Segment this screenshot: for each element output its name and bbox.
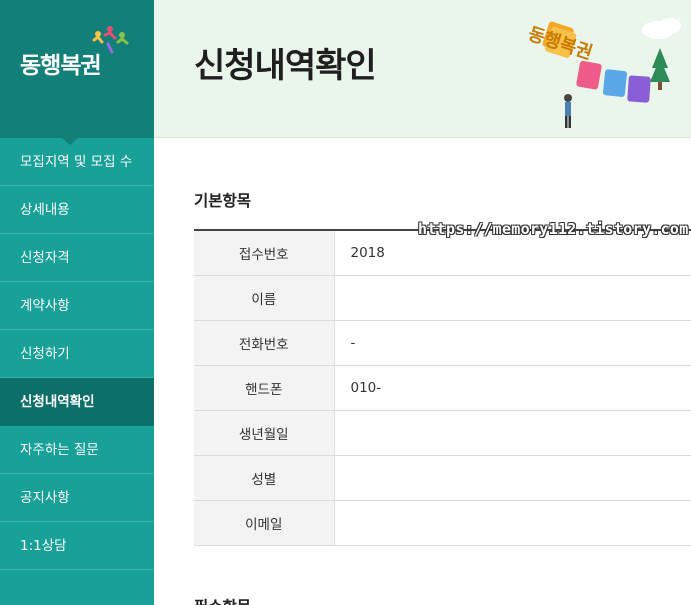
row-label: 이메일 (194, 500, 335, 545)
row-label: 성별 (194, 455, 335, 500)
row-label: 접수번호 (194, 230, 335, 275)
row-value-birthdate (334, 410, 691, 455)
row-value-email (334, 500, 691, 545)
row-value-name (334, 275, 691, 320)
section-title-basic: 기본항목 (194, 192, 252, 210)
table-row: 핸드폰 010- (194, 365, 691, 410)
page-title: 신청내역확인 (194, 46, 377, 86)
sidebar-item-application-history[interactable]: 신청내역확인 (0, 378, 154, 426)
table-row: 이메일 (194, 500, 691, 545)
table-row: 이름 (194, 275, 691, 320)
row-label: 생년월일 (194, 410, 335, 455)
logo-notch (62, 138, 78, 145)
row-label: 핸드폰 (194, 365, 335, 410)
row-value-mobile: 010- (350, 379, 382, 396)
watermark: https://memory112.tistory.com (418, 220, 689, 238)
row-value-phone: - (350, 334, 356, 351)
sidebar-item-qualification[interactable]: 신청자격 (0, 234, 154, 282)
logo[interactable]: 동행복권 (0, 0, 154, 138)
page: 동행복권 모집지역 및 모집 수 상세내용 신청자격 계약사항 신청하기 신청내… (0, 0, 691, 605)
row-value-gender (334, 455, 691, 500)
table-row: 전화번호 - (194, 320, 691, 365)
header-illustration-icon: 동행복권 (526, 18, 681, 128)
sidebar-item-notice[interactable]: 공지사항 (0, 474, 154, 522)
sidebar-item-apply[interactable]: 신청하기 (0, 330, 154, 378)
sidebar-menu: 모집지역 및 모집 수 상세내용 신청자격 계약사항 신청하기 신청내역확인 자… (0, 138, 154, 570)
sidebar-item-recruit-area[interactable]: 모집지역 및 모집 수 (0, 138, 154, 186)
main-content: 기본항목 접수번호 2018 이름 전화번호 - 핸드폰 010- 생년월일 성… (154, 139, 691, 605)
section-title-required: 필수항목 (194, 595, 251, 605)
table-row: 성별 (194, 455, 691, 500)
logo-text: 동행복권 (20, 53, 102, 79)
logo-figures-icon (92, 26, 129, 54)
basic-info-table: 접수번호 2018 이름 전화번호 - 핸드폰 010- 생년월일 성별 이메일 (194, 229, 691, 546)
row-label: 이름 (194, 275, 335, 320)
row-label: 전화번호 (194, 320, 335, 365)
sidebar: 동행복권 모집지역 및 모집 수 상세내용 신청자격 계약사항 신청하기 신청내… (0, 0, 154, 605)
sidebar-item-details[interactable]: 상세내용 (0, 186, 154, 234)
sidebar-item-faq[interactable]: 자주하는 질문 (0, 426, 154, 474)
page-header: 신청내역확인 동행복권 (154, 0, 691, 138)
sidebar-item-contract[interactable]: 계약사항 (0, 282, 154, 330)
table-row: 생년월일 (194, 410, 691, 455)
sidebar-item-consult[interactable]: 1:1상담 (0, 522, 154, 570)
